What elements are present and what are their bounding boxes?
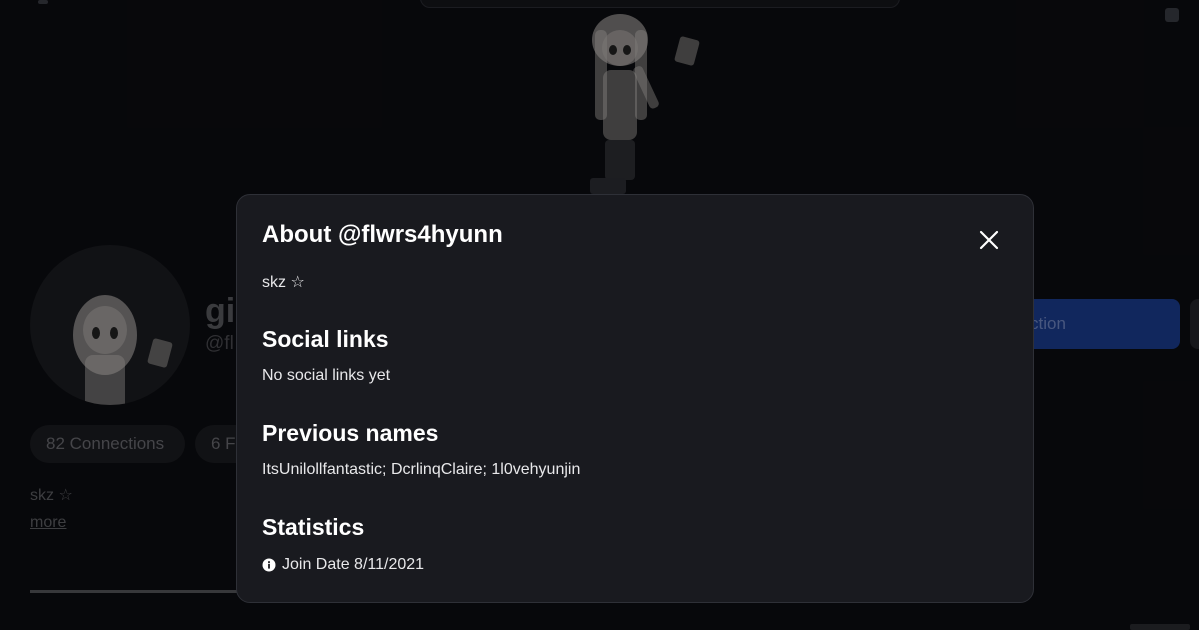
close-button[interactable]	[974, 225, 1004, 255]
social-links-text: No social links yet	[262, 367, 391, 384]
close-icon	[979, 230, 999, 250]
social-links-heading: Social links	[262, 326, 389, 352]
join-date-text: Join Date 8/11/2021	[282, 556, 425, 573]
about-bio: skz ☆	[262, 274, 305, 291]
about-modal: About @flwrs4hyunn skz ☆ Social links No…	[236, 194, 1034, 603]
profile-page: gi @fl ction 82 Connections 6 F skz ☆ mo…	[0, 0, 1199, 630]
previous-names-heading: Previous names	[262, 420, 439, 446]
modal-title: About @flwrs4hyunn	[262, 221, 503, 248]
join-date-row: Join Date 8/11/2021	[262, 556, 424, 574]
previous-names-text: ItsUnilollfantastic; DcrlinqClaire; 1l0v…	[262, 461, 581, 478]
info-icon	[262, 558, 276, 572]
statistics-heading: Statistics	[262, 514, 365, 540]
